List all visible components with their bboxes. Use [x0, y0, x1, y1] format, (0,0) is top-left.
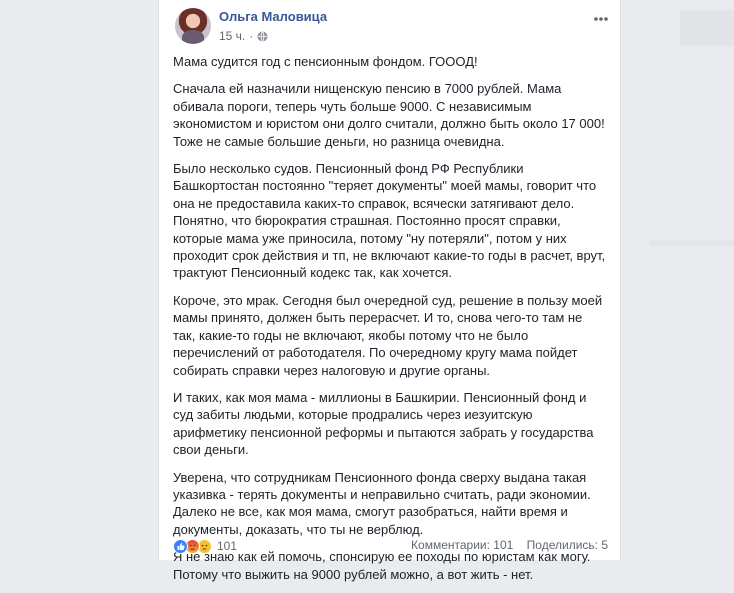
post-header: Ольга Маловица 15 ч. · — [173, 8, 610, 48]
post-meta: 15 ч. · — [219, 29, 268, 43]
post-body: Мама судится год с пенсионным фондом. ГО… — [173, 53, 608, 593]
reactions-summary[interactable]: 101 — [173, 538, 237, 554]
left-background — [0, 0, 158, 560]
shares-count[interactable]: Поделились: 5 — [527, 538, 608, 552]
post-paragraph: Сначала ей назначили нищенскую пенсию в … — [173, 81, 605, 149]
globe-icon[interactable] — [257, 31, 268, 42]
post-paragraph: Уверена, что сотрудникам Пенсионного фон… — [173, 469, 591, 537]
post-paragraph: Короче, это мрак. Сегодня был очередной … — [173, 292, 603, 378]
like-icon — [173, 538, 188, 554]
author-avatar[interactable] — [175, 8, 211, 44]
right-column-blurred-card — [680, 10, 734, 46]
author-name[interactable]: Ольга Маловица — [219, 9, 327, 24]
right-background — [621, 0, 734, 560]
post-card: Ольга Маловица 15 ч. · Мама судится год … — [158, 0, 621, 582]
post-paragraph: Было несколько судов. Пенсионный фонд РФ… — [173, 161, 606, 281]
meta-separator: · — [249, 29, 254, 43]
more-options-icon[interactable] — [592, 12, 610, 24]
post-paragraph: Мама судится год с пенсионным фондом. ГО… — [173, 54, 478, 69]
reactions-count[interactable]: 101 — [217, 539, 237, 553]
post-footer: 101 Комментарии: 101 Поделились: 5 — [173, 536, 608, 558]
post-time[interactable]: 15 ч. — [219, 29, 245, 43]
comments-count[interactable]: Комментарии: 101 — [411, 538, 513, 552]
post-stats: Комментарии: 101 Поделились: 5 — [401, 538, 608, 552]
post-paragraph: И таких, как моя мама - миллионы в Башки… — [173, 389, 594, 458]
right-column-divider — [650, 240, 734, 246]
